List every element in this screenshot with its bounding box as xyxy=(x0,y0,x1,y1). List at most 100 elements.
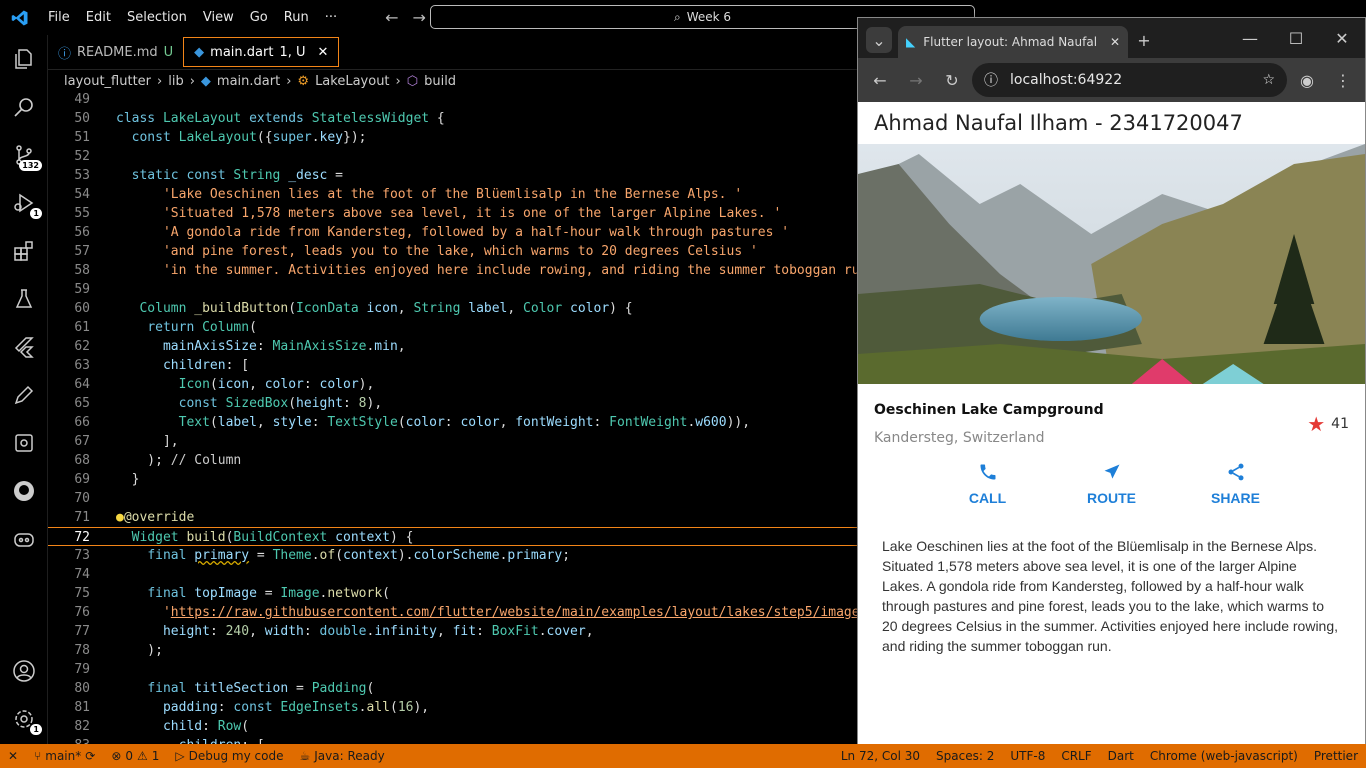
device-selector[interactable]: Chrome (web-javascript) xyxy=(1142,749,1306,763)
menu-view[interactable]: View xyxy=(195,10,242,25)
debug-indicator[interactable]: ▷ Debug my code xyxy=(167,749,291,763)
maximize-icon[interactable]: ☐ xyxy=(1273,22,1319,54)
back-arrow-icon[interactable]: ← xyxy=(385,8,398,27)
code-line[interactable]: 83 children: [ xyxy=(48,736,858,744)
flutter-icon[interactable] xyxy=(0,323,48,371)
language-mode[interactable]: Dart xyxy=(1100,749,1142,763)
code-line[interactable]: 65 const SizedBox(height: 8), xyxy=(48,394,858,413)
menu-edit[interactable]: Edit xyxy=(78,10,119,25)
code-editor[interactable]: 49 50 class LakeLayout extends StatelessWi… xyxy=(48,90,858,744)
remote-indicator[interactable]: ✕ xyxy=(0,749,26,763)
menu-go[interactable]: Go xyxy=(242,10,276,25)
line-ending[interactable]: CRLF xyxy=(1053,749,1099,763)
extensions-icon[interactable] xyxy=(0,227,48,275)
new-tab-plus-icon[interactable]: + xyxy=(1128,24,1160,56)
minimize-icon[interactable]: — xyxy=(1227,22,1273,54)
code-line[interactable]: 60 Column _buildButton(IconData icon, St… xyxy=(48,299,858,318)
address-bar[interactable]: ⓘ localhost:64922 ☆ xyxy=(972,63,1287,97)
tab-readme[interactable]: ⓘ README.md U xyxy=(48,35,183,69)
source-control-icon[interactable]: 132 xyxy=(0,131,48,179)
close-window-icon[interactable]: ✕ xyxy=(1319,22,1365,54)
browser-tab[interactable]: ◣ Flutter layout: Ahmad Naufal Ilh ✕ xyxy=(898,26,1128,58)
profile-icon[interactable]: ◉ xyxy=(1291,64,1323,96)
branch-indicator[interactable]: ⑂ main* ⟳ xyxy=(26,749,103,763)
code-line[interactable]: 51 const LakeLayout({super.key}); xyxy=(48,128,858,147)
code-line[interactable]: 50 class LakeLayout extends StatelessWidg… xyxy=(48,109,858,128)
code-line[interactable]: 77 height: 240, width: double.infinity, … xyxy=(48,622,858,641)
share-button[interactable]: SHARE xyxy=(1174,462,1298,506)
code-line[interactable]: 55 'Situated 1,578 meters above sea leve… xyxy=(48,204,858,223)
menu-file[interactable]: File xyxy=(40,10,78,25)
chevron-right-icon: › xyxy=(189,73,195,89)
code-line[interactable]: 70 xyxy=(48,489,858,508)
code-line[interactable]: 54 'Lake Oeschinen lies at the foot of t… xyxy=(48,185,858,204)
close-tab-icon[interactable]: ✕ xyxy=(1110,35,1120,49)
code-line[interactable]: 71 ●@override xyxy=(48,508,858,527)
settings-gear-icon[interactable]: 1 xyxy=(0,695,48,743)
close-icon[interactable]: ✕ xyxy=(318,45,329,60)
bookmark-star-icon[interactable]: ☆ xyxy=(1262,72,1275,88)
prettier-status[interactable]: Prettier xyxy=(1306,749,1366,763)
code-line[interactable]: 66 Text(label, style: TextStyle(color: c… xyxy=(48,413,858,432)
search-icon[interactable] xyxy=(0,83,48,131)
remote-explorer-icon[interactable] xyxy=(0,419,48,467)
forward-arrow-icon[interactable]: → xyxy=(413,8,426,27)
menu-selection[interactable]: Selection xyxy=(119,10,195,25)
tab-search-chevron-icon[interactable]: ⌄ xyxy=(866,27,892,53)
code-line[interactable]: 52 xyxy=(48,147,858,166)
code-line[interactable]: 81 padding: const EdgeInsets.all(16), xyxy=(48,698,858,717)
run-debug-icon[interactable]: 1 xyxy=(0,179,48,227)
menu-more[interactable]: ··· xyxy=(317,10,345,25)
code-line[interactable]: 74 xyxy=(48,565,858,584)
call-button[interactable]: CALL xyxy=(926,462,1050,506)
code-line[interactable]: 76 'https://raw.githubusercontent.com/fl… xyxy=(48,603,858,622)
code-line[interactable]: 80 final titleSection = Padding( xyxy=(48,679,858,698)
code-line[interactable]: 56 'A gondola ride from Kandersteg, foll… xyxy=(48,223,858,242)
code-line[interactable]: 53 static const String _desc = xyxy=(48,166,858,185)
github-icon[interactable] xyxy=(0,467,48,515)
code-line[interactable]: 64 Icon(icon, color: color), xyxy=(48,375,858,394)
code-line[interactable]: 79 xyxy=(48,660,858,679)
testing-flask-icon[interactable] xyxy=(0,275,48,323)
code-line[interactable]: 69 } xyxy=(48,470,858,489)
breadcrumb-item[interactable]: main.dart xyxy=(217,74,280,89)
explorer-icon[interactable] xyxy=(0,35,48,83)
site-info-icon[interactable]: ⓘ xyxy=(984,70,998,90)
java-status[interactable]: ☕ Java: Ready xyxy=(291,749,392,763)
menu-run[interactable]: Run xyxy=(276,10,317,25)
status-bar: ✕ ⑂ main* ⟳ ⊗ 0 ⚠ 1 ▷ Debug my code ☕ Ja… xyxy=(0,744,1366,768)
code-line[interactable]: 59 xyxy=(48,280,858,299)
encoding[interactable]: UTF-8 xyxy=(1002,749,1053,763)
code-line[interactable]: 63 children: [ xyxy=(48,356,858,375)
problems-indicator[interactable]: ⊗ 0 ⚠ 1 xyxy=(103,749,167,763)
code-line[interactable]: 61 return Column( xyxy=(48,318,858,337)
breadcrumb-item[interactable]: lib xyxy=(168,74,183,89)
code-line[interactable]: 78 ); xyxy=(48,641,858,660)
reload-icon[interactable]: ↻ xyxy=(936,64,968,96)
breadcrumb-item[interactable]: LakeLayout xyxy=(315,74,389,89)
code-line[interactable]: 57 'and pine forest, leads you to the la… xyxy=(48,242,858,261)
indentation[interactable]: Spaces: 2 xyxy=(928,749,1002,763)
back-arrow-icon[interactable]: ← xyxy=(864,64,896,96)
pen-icon[interactable] xyxy=(0,371,48,419)
code-line[interactable]: 73 final primary = Theme.of(context).col… xyxy=(48,546,858,565)
forward-arrow-icon[interactable]: → xyxy=(900,64,932,96)
code-text: ); xyxy=(116,643,163,658)
code-line[interactable]: 62 mainAxisSize: MainAxisSize.min, xyxy=(48,337,858,356)
cursor-position[interactable]: Ln 72, Col 30 xyxy=(833,749,928,763)
more-menu-icon[interactable]: ⋮ xyxy=(1327,64,1359,96)
tab-main-dart[interactable]: ◆ main.dart 1, U ✕ xyxy=(183,37,340,67)
account-icon[interactable] xyxy=(0,647,48,695)
code-line[interactable]: 75 final topImage = Image.network( xyxy=(48,584,858,603)
code-line[interactable]: 49 xyxy=(48,90,858,109)
page-title: Ahmad Naufal Ilham - 2341720047 xyxy=(874,111,1243,135)
code-line[interactable]: 82 child: Row( xyxy=(48,717,858,736)
code-line[interactable]: 72 Widget build(BuildContext context) { xyxy=(48,527,858,546)
code-line[interactable]: 68 ); // Column xyxy=(48,451,858,470)
code-line[interactable]: 67 ], xyxy=(48,432,858,451)
breadcrumb-item[interactable]: layout_flutter xyxy=(64,74,151,89)
breadcrumb-item[interactable]: build xyxy=(424,74,456,89)
route-button[interactable]: ROUTE xyxy=(1050,462,1174,506)
copilot-icon[interactable] xyxy=(0,515,48,563)
code-line[interactable]: 58 'in the summer. Activities enjoyed he… xyxy=(48,261,858,280)
